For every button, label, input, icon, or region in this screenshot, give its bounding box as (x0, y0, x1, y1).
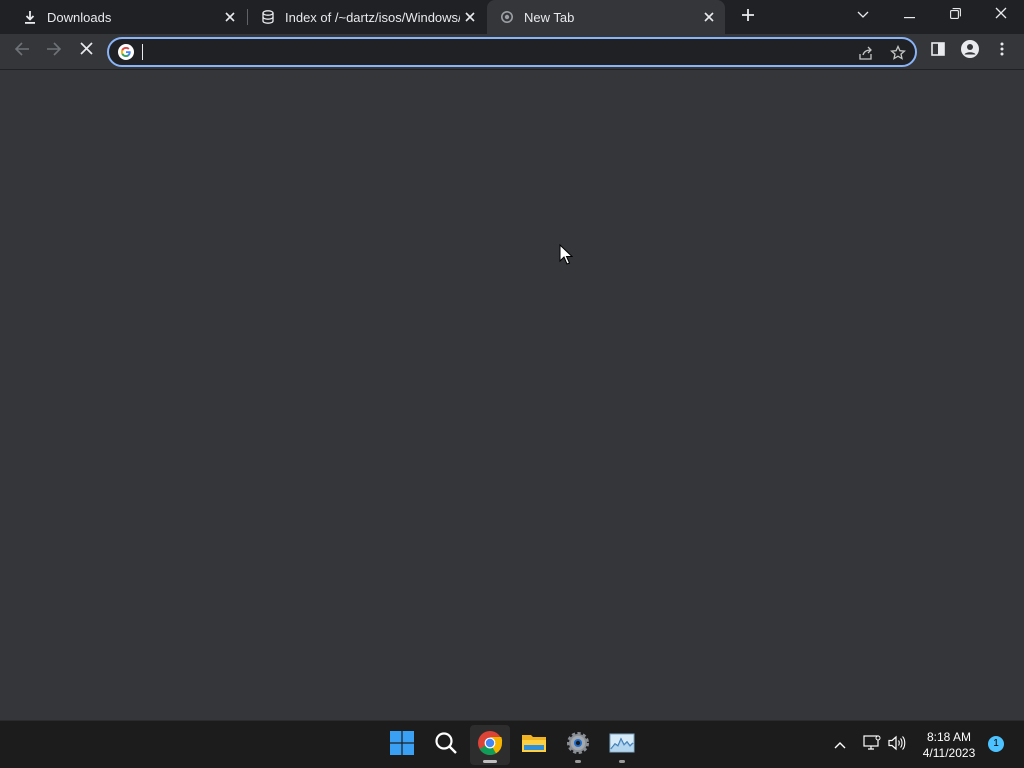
mouse-pointer-icon (559, 244, 573, 265)
chrome-taskbar-button[interactable] (470, 725, 510, 765)
tab-downloads[interactable]: Downloads (12, 0, 244, 34)
arrow-right-icon (46, 41, 62, 62)
site-favicon-icon (260, 9, 276, 25)
minimize-icon (903, 6, 915, 24)
stop-loading-button[interactable] (72, 37, 100, 65)
taskbar: 8:18 AM 4/11/2023 (0, 720, 1024, 768)
close-icon (995, 6, 1007, 24)
more-vertical-icon (1000, 42, 1004, 61)
running-indicator (619, 760, 625, 763)
tab-search-button[interactable] (840, 0, 886, 30)
chevron-up-icon (834, 736, 846, 754)
tab-strip: Downloads Index of /~dartz/isos/Windows/… (0, 0, 1024, 34)
tab-index-of-isos[interactable]: Index of /~dartz/isos/Windows/ (250, 0, 484, 34)
settings-icon (566, 731, 590, 760)
show-hidden-icons-button[interactable] (828, 733, 852, 757)
plus-icon (741, 8, 755, 27)
chevron-down-icon (857, 6, 869, 24)
arrow-left-icon (14, 41, 30, 62)
tab-title: Downloads (47, 9, 112, 25)
bookmark-star-icon[interactable] (887, 42, 909, 64)
share-icon[interactable] (855, 42, 877, 64)
volume-button[interactable] (885, 733, 909, 757)
side-panel-icon (931, 41, 945, 61)
restore-button[interactable] (932, 0, 978, 30)
running-indicator (575, 760, 581, 763)
file-explorer-icon (521, 732, 547, 759)
menu-button[interactable] (988, 37, 1016, 65)
profile-button[interactable] (956, 37, 984, 65)
clock-time: 8:18 AM (926, 730, 972, 744)
browser-toolbar (0, 34, 1024, 70)
page-content (0, 71, 1024, 720)
speaker-icon (888, 735, 906, 756)
download-icon (22, 9, 38, 25)
search-icon (434, 731, 458, 760)
window-close-button[interactable] (978, 0, 1024, 30)
address-input[interactable] (141, 41, 841, 63)
forward-button[interactable] (40, 37, 68, 65)
task-manager-icon (609, 733, 635, 758)
close-icon (79, 42, 93, 60)
search-button[interactable] (426, 725, 466, 765)
system-clock[interactable]: 8:18 AM 4/11/2023 (914, 729, 984, 763)
close-icon[interactable] (699, 7, 719, 27)
running-indicator (483, 760, 497, 763)
text-caret (142, 44, 143, 60)
clock-date: 4/11/2023 (922, 746, 976, 760)
notification-badge[interactable]: 1 (988, 736, 1004, 752)
restore-icon (949, 6, 961, 24)
address-bar[interactable] (107, 37, 917, 67)
new-tab-button[interactable] (736, 6, 760, 28)
chrome-icon (477, 730, 503, 761)
task-manager-taskbar-button[interactable] (602, 725, 642, 765)
network-icon (863, 734, 881, 756)
start-icon (390, 730, 414, 760)
side-panel-button[interactable] (924, 37, 952, 65)
network-button[interactable] (860, 733, 884, 757)
minimize-button[interactable] (886, 0, 932, 30)
settings-taskbar-button[interactable] (558, 725, 598, 765)
back-button[interactable] (8, 37, 36, 65)
close-icon[interactable] (220, 7, 240, 27)
start-button[interactable] (382, 725, 422, 765)
close-icon[interactable] (460, 7, 480, 27)
tab-title: New Tab (524, 9, 575, 25)
tab-title: Index of /~dartz/isos/Windows/ (285, 9, 460, 25)
tab-new-tab[interactable]: New Tab (487, 0, 725, 34)
google-icon (118, 44, 134, 60)
file-explorer-taskbar-button[interactable] (514, 725, 554, 765)
loading-spinner-icon (499, 9, 515, 25)
avatar-icon (961, 39, 979, 63)
tab-divider (247, 9, 248, 25)
